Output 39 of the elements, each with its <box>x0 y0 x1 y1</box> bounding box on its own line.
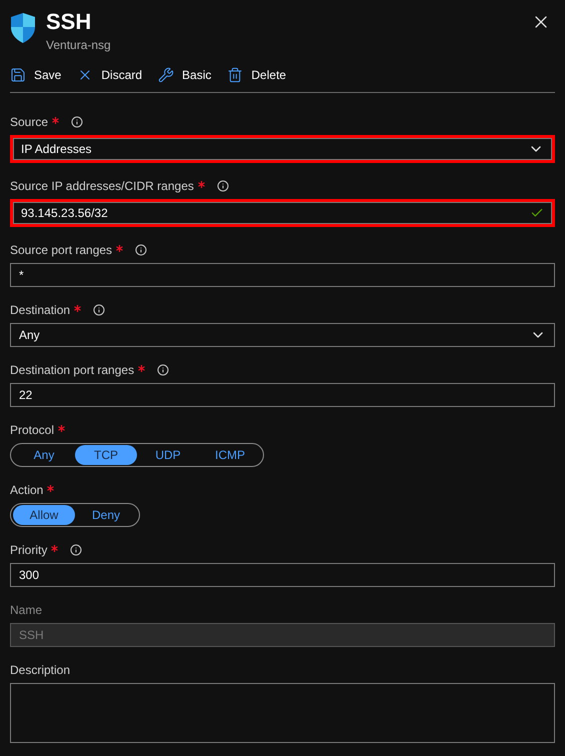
input-field[interactable]: 93.145.23.56/32 <box>10 199 555 227</box>
field-label: Name <box>10 602 42 619</box>
toggle-option[interactable]: Deny <box>75 505 137 525</box>
input-field[interactable]: 300 <box>10 563 555 587</box>
panel-subtitle: Ventura-nsg <box>46 37 111 54</box>
dropdown-value: IP Addresses <box>21 141 92 158</box>
trash-icon <box>227 67 244 83</box>
toggle-option[interactable]: Allow <box>13 505 75 525</box>
toolbar-button[interactable]: Save <box>10 66 62 84</box>
toolbar-button[interactable]: Basic <box>158 66 212 84</box>
input-value: 22 <box>19 387 32 404</box>
input-value: * <box>19 267 24 284</box>
description-field[interactable] <box>10 683 555 743</box>
toolbar-button[interactable]: Discard <box>77 66 142 84</box>
toggle-option[interactable]: Any <box>13 445 75 465</box>
input-field[interactable]: * <box>10 263 555 287</box>
field-label: Action <box>10 482 44 499</box>
input-value: 93.145.23.56/32 <box>21 205 108 222</box>
input-value: 300 <box>19 567 40 584</box>
field-label: Description <box>10 662 70 679</box>
field-label: Destination port ranges <box>10 362 134 379</box>
dropdown-value: Any <box>19 327 40 344</box>
shield-icon <box>10 12 36 44</box>
toggle-option[interactable]: ICMP <box>199 445 261 465</box>
field-label: Source port ranges <box>10 242 112 259</box>
input-value: SSH <box>19 627 44 644</box>
dropdown-field[interactable]: IP Addresses <box>10 135 555 163</box>
field-label: Source IP addresses/CIDR ranges <box>10 178 194 195</box>
field-label: Source <box>10 114 48 131</box>
field-label: Priority <box>10 542 48 559</box>
toggle-option[interactable]: TCP <box>75 445 137 465</box>
field-label: Destination <box>10 302 70 319</box>
toolbar-button[interactable]: Delete <box>227 66 286 84</box>
field-label: Protocol <box>10 422 54 439</box>
wrench-icon <box>158 67 174 83</box>
toggle-option[interactable]: UDP <box>137 445 199 465</box>
input-field[interactable]: 22 <box>10 383 555 407</box>
panel-title: SSH <box>46 8 92 36</box>
dropdown-field[interactable]: Any <box>10 323 555 347</box>
